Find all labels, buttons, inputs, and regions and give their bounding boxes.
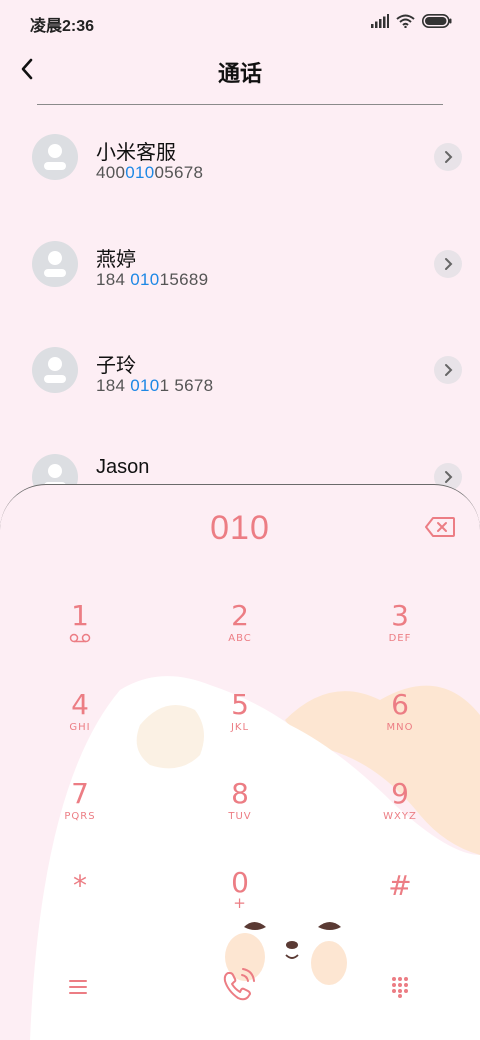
key-4[interactable]: 4 GHI	[20, 690, 140, 760]
dog-illustration	[30, 676, 480, 1040]
backspace-button[interactable]	[424, 515, 456, 539]
key-letters: ABC	[228, 633, 252, 644]
dial-display: 010	[210, 509, 270, 547]
key-2[interactable]: 2 ABC	[180, 601, 300, 671]
key-digit: 2	[231, 599, 249, 632]
key-digit: #	[388, 869, 412, 902]
page-title: 通话	[217, 61, 262, 86]
chevron-right-icon	[445, 151, 453, 163]
key-letters: DEF	[388, 633, 412, 644]
status-bar: 凌晨2:36	[0, 0, 480, 42]
key-digit: 9	[391, 777, 409, 810]
dialer-panel: 010 1 2 ABC 3 DEF 4 GHI 5 JKL 6 MNO 7 PQ…	[0, 484, 480, 1040]
contact-number: 184 01015689	[96, 270, 209, 289]
call-icon	[223, 968, 255, 1001]
contact-row[interactable]: 小米客服 40001005678	[0, 106, 480, 206]
contact-row[interactable]: 子玲 184 0101 5678	[0, 319, 480, 419]
key-letters: PQRS	[64, 811, 96, 822]
key-letters: +	[233, 894, 247, 912]
contact-number: 40001005678	[96, 163, 204, 182]
key-letters: TUV	[228, 811, 252, 822]
key-5[interactable]: 5 JKL	[180, 690, 300, 760]
key-7[interactable]: 7 PQRS	[20, 779, 140, 849]
key-letters: WXYZ	[383, 811, 417, 822]
contact-name: Jason	[96, 456, 150, 478]
keypad-button[interactable]	[376, 963, 424, 1011]
key-hash[interactable]: #	[340, 871, 460, 941]
key-digit: 5	[231, 688, 249, 721]
contact-detail-button[interactable]	[434, 250, 462, 278]
key-letters: GHI	[69, 722, 91, 733]
menu-icon	[69, 980, 87, 994]
key-digit: 3	[391, 599, 409, 632]
person-icon	[44, 144, 66, 170]
key-6[interactable]: 6 MNO	[340, 690, 460, 760]
key-letters: JKL	[230, 722, 250, 733]
contact-name: 小米客服	[96, 142, 176, 164]
avatar	[32, 347, 78, 393]
key-digit: 4	[71, 688, 89, 721]
status-time: 凌晨2:36	[30, 18, 95, 35]
avatar	[32, 241, 78, 287]
voicemail-icon	[69, 633, 91, 643]
contact-row[interactable]: 燕婷 184 01015689	[0, 213, 480, 313]
key-star[interactable]: *	[20, 871, 140, 941]
key-digit: 8	[231, 777, 249, 810]
wifi-icon	[396, 14, 415, 28]
contact-detail-button[interactable]	[434, 356, 462, 384]
key-8[interactable]: 8 TUV	[180, 779, 300, 849]
key-digit: *	[73, 869, 87, 902]
key-digit: 1	[71, 599, 89, 632]
header-divider	[37, 104, 443, 105]
status-icons	[371, 13, 452, 29]
battery-icon	[422, 14, 452, 28]
key-digit: 7	[71, 777, 89, 810]
keypad-icon	[392, 977, 408, 998]
chevron-right-icon	[445, 364, 453, 376]
menu-button[interactable]	[54, 963, 102, 1011]
signal-icon	[371, 14, 389, 28]
person-icon	[44, 251, 66, 277]
key-digit: 6	[391, 688, 409, 721]
key-9[interactable]: 9 WXYZ	[340, 779, 460, 849]
key-0[interactable]: 0 +	[180, 868, 300, 938]
chevron-right-icon	[445, 258, 453, 270]
contact-name: 子玲	[96, 355, 136, 377]
contact-number: 184 0101 5678	[96, 376, 214, 395]
person-icon	[44, 357, 66, 383]
header: 通话	[0, 42, 480, 98]
contact-name: 燕婷	[96, 249, 136, 271]
call-button[interactable]	[214, 961, 262, 1009]
key-1[interactable]: 1	[20, 601, 140, 671]
backspace-icon	[425, 517, 455, 537]
avatar	[32, 134, 78, 180]
chevron-right-icon	[445, 471, 453, 483]
contact-detail-button[interactable]	[434, 143, 462, 171]
key-3[interactable]: 3 DEF	[340, 601, 460, 671]
key-letters: MNO	[386, 722, 414, 733]
